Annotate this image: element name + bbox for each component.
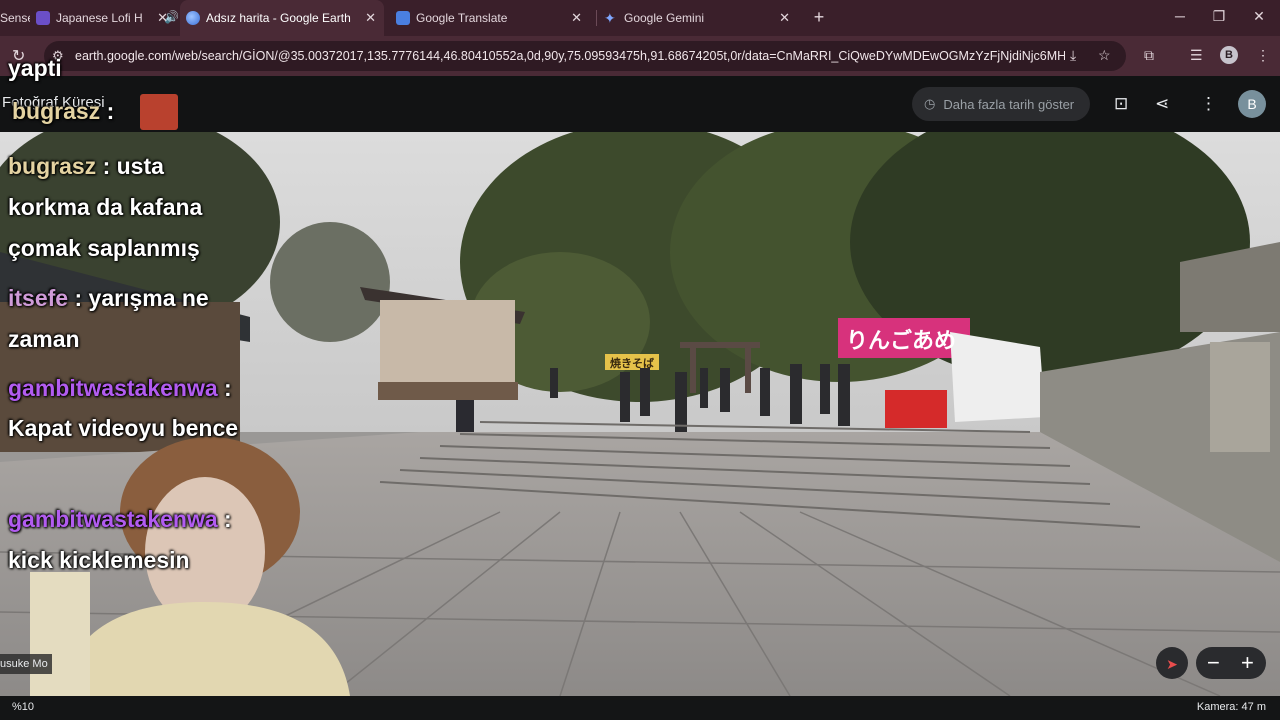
zoom-out-button[interactable]: − — [1207, 650, 1220, 676]
bookmark-star-icon[interactable]: ☆ — [1098, 47, 1111, 64]
chat-line-0: yapti — [8, 54, 62, 82]
extensions-icon[interactable]: ⧉ — [1144, 47, 1154, 64]
chat-username: gambitwastakenwa — [8, 375, 218, 401]
tab-sensei[interactable]: Sensei — [0, 0, 30, 36]
zoom-controls: − + — [1196, 647, 1266, 679]
url-text[interactable]: earth.google.com/web/search/GİON/@35.003… — [75, 49, 1065, 63]
history-button-label: Daha fazla tarih göster — [943, 96, 1075, 112]
earth-globe-icon — [186, 11, 200, 25]
earth-status-bar: %10 Kamera: 47 m — [0, 696, 1280, 720]
close-tab-icon[interactable]: ✕ — [157, 10, 168, 26]
address-bar[interactable]: ⚙ earth.google.com/web/search/GİON/@35.0… — [44, 41, 1126, 71]
tab-title: Japanese Lofi Hi — [56, 11, 142, 25]
close-tab-icon[interactable]: ✕ — [365, 10, 376, 26]
chat-username: itsefe — [8, 285, 69, 311]
browser-toolbar: ↻ ⚙ earth.google.com/web/search/GİON/@35… — [0, 36, 1280, 76]
chat-line-3: itsefe : yarışma ne zaman — [8, 278, 248, 360]
chat-username: bugrasz — [12, 98, 101, 124]
contributor-avatar[interactable] — [140, 94, 178, 130]
chat-line-4: gambitwastakenwa : Kapat videoyu bence — [8, 368, 258, 448]
close-tab-icon[interactable]: ✕ — [571, 10, 582, 26]
tab-title: Adsız harita - Google Earth — [206, 11, 351, 25]
tab-google-gemini[interactable]: ✦ Google Gemini ✕ — [598, 0, 798, 36]
tab-google-earth[interactable]: Adsız harita - Google Earth ✕ — [180, 0, 384, 36]
load-percent: %10 — [12, 701, 35, 713]
tab-title: Google Translate — [416, 11, 508, 25]
screenshot-icon[interactable]: ⊡ — [1114, 94, 1128, 114]
chat-username: gambitwastakenwa — [8, 506, 218, 532]
profile-avatar[interactable]: B — [1220, 46, 1238, 64]
browser-tab-strip: Sensei Japanese Lofi Hi 🔊 ✕ Adsız harita… — [0, 0, 1280, 36]
stall-sign-text: りんごあめ — [846, 328, 956, 354]
chat-message: : — [106, 98, 115, 124]
minimize-icon[interactable]: ─ — [1165, 8, 1195, 24]
new-tab-button[interactable]: + — [808, 6, 830, 28]
chat-line-5: gambitwastakenwa : kick kicklemesin — [8, 499, 258, 581]
more-options-icon[interactable]: ⋮ — [1200, 94, 1217, 114]
zoom-in-button[interactable]: + — [1241, 650, 1254, 676]
chat-line-2: bugrasz : usta korkma da kafana çomak sa… — [8, 146, 238, 269]
account-avatar[interactable]: B — [1238, 90, 1266, 118]
small-sign-text: 焼きそば — [610, 356, 654, 370]
tab-japanese-lofi[interactable]: Japanese Lofi Hi 🔊 ✕ — [30, 0, 180, 36]
tab-title: Google Gemini — [624, 11, 705, 25]
close-tab-icon[interactable]: ✕ — [779, 10, 790, 26]
reading-list-icon[interactable]: ☰ — [1190, 47, 1203, 64]
camera-altitude: Kamera: 47 m — [1196, 701, 1266, 713]
close-window-icon[interactable]: ✕ — [1244, 8, 1274, 25]
left-overlay-label: usuke Mo — [0, 654, 52, 674]
chat-text: yapti — [8, 55, 62, 81]
compass-icon[interactable]: ➤ — [1156, 647, 1188, 679]
tab-separator — [596, 10, 597, 26]
install-app-icon[interactable]: ⤓ — [1070, 47, 1076, 64]
chat-username: bugrasz — [8, 153, 97, 179]
tab-title: Sensei — [0, 11, 30, 25]
tab-google-translate[interactable]: Google Translate ✕ — [390, 0, 590, 36]
share-icon[interactable]: ⋖ — [1155, 94, 1169, 114]
earth-header-bar: ◷ Daha fazla tarih göster ⊡ ⋖ ⋮ B — [0, 76, 1280, 132]
app-favicon-icon — [36, 11, 50, 25]
chat-line-1: bugrasz : — [12, 97, 114, 125]
maximize-icon[interactable]: ❐ — [1204, 8, 1234, 25]
translate-icon — [396, 11, 410, 25]
gemini-star-icon: ✦ — [604, 10, 616, 26]
history-clock-icon: ◷ — [924, 96, 936, 111]
menu-kebab-icon[interactable]: ⋮ — [1256, 47, 1270, 64]
more-history-button[interactable]: ◷ Daha fazla tarih göster — [912, 87, 1090, 121]
